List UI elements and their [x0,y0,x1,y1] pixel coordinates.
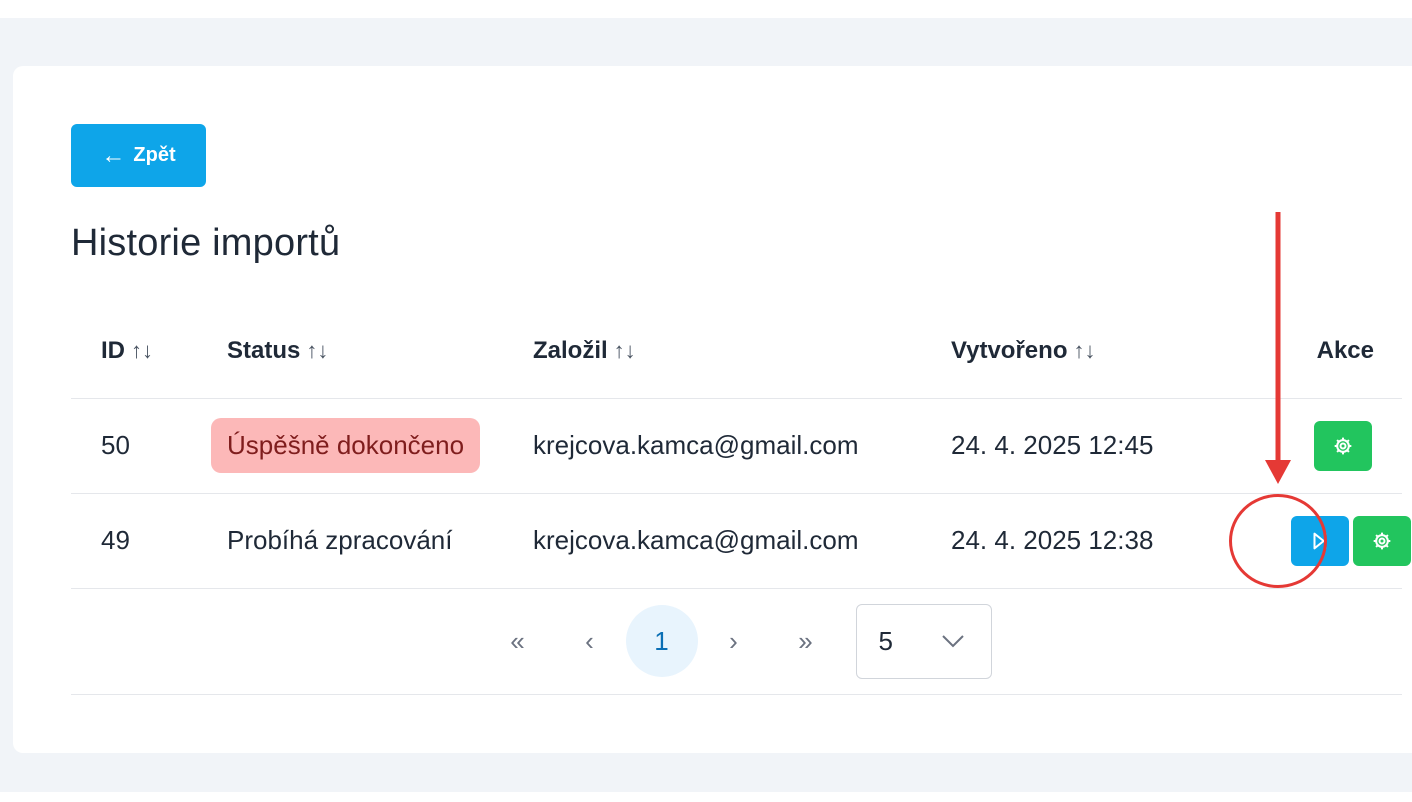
cell-status: Probíhá zpracování [211,493,533,589]
column-header-status[interactable]: Status ↑↓ [211,305,533,399]
annotation-arrow [1265,212,1291,484]
prev-page-button[interactable]: ‹ [554,605,626,677]
page-size-value: 5 [878,625,893,656]
cell-id: 50 [71,398,211,494]
settings-button[interactable] [1314,420,1372,471]
column-header-id[interactable]: ID ↑↓ [71,305,211,399]
settings-icon [1373,532,1391,549]
first-page-button[interactable]: « [482,605,554,677]
cell-created-by: krejcova.kamca@gmail.com [533,493,951,589]
settings-icon [1334,437,1352,454]
cell-actions [1291,398,1402,494]
last-page-button[interactable]: » [770,605,842,677]
cell-status: Úspěšně dokončeno [211,398,533,494]
sort-icon[interactable]: ↑↓ [614,338,636,363]
pagination-row: « ‹ 1 › » 5 [71,588,1402,695]
column-header-actions: Akce [1291,305,1402,399]
cell-created-at: 24. 4. 2025 12:45 [951,398,1291,494]
sort-icon[interactable]: ↑↓ [131,338,153,363]
status-badge: Úspěšně dokončeno [211,418,481,473]
arrow-left-icon: ← [101,141,126,169]
next-page-button[interactable]: › [698,605,770,677]
settings-button[interactable] [1353,515,1411,566]
page-title: Historie importů [71,222,341,264]
pagination: « ‹ 1 › » 5 [71,603,1402,679]
page-size-select[interactable]: 5 [855,603,992,679]
page-button-current[interactable]: 1 [625,605,698,677]
imports-table: ID ↑↓ Status ↑↓ Založil ↑↓ Vytvořeno ↑↓ Akce… [71,305,1411,695]
back-button-label: Zpět [133,144,176,166]
column-header-created-at[interactable]: Vytvořeno ↑↓ [951,305,1291,399]
column-header-created-by[interactable]: Založil ↑↓ [533,305,951,399]
chevron-down-icon [941,635,964,648]
cell-created-by: krejcova.kamca@gmail.com [533,398,951,494]
table-header-row: ID ↑↓ Status ↑↓ Založil ↑↓ Vytvořeno ↑↓ Akce [71,305,1402,399]
table-row: 50 Úspěšně dokončeno krejcova.kamca@gmai… [71,398,1402,494]
annotation-circle [1229,494,1327,588]
cell-id: 49 [71,493,211,589]
sort-icon[interactable]: ↑↓ [1073,338,1095,363]
sort-icon[interactable]: ↑↓ [306,338,328,363]
table-row: 49 Probíhá zpracování krejcova.kamca@gma… [71,493,1411,589]
back-button[interactable]: ← Zpět [71,124,206,187]
